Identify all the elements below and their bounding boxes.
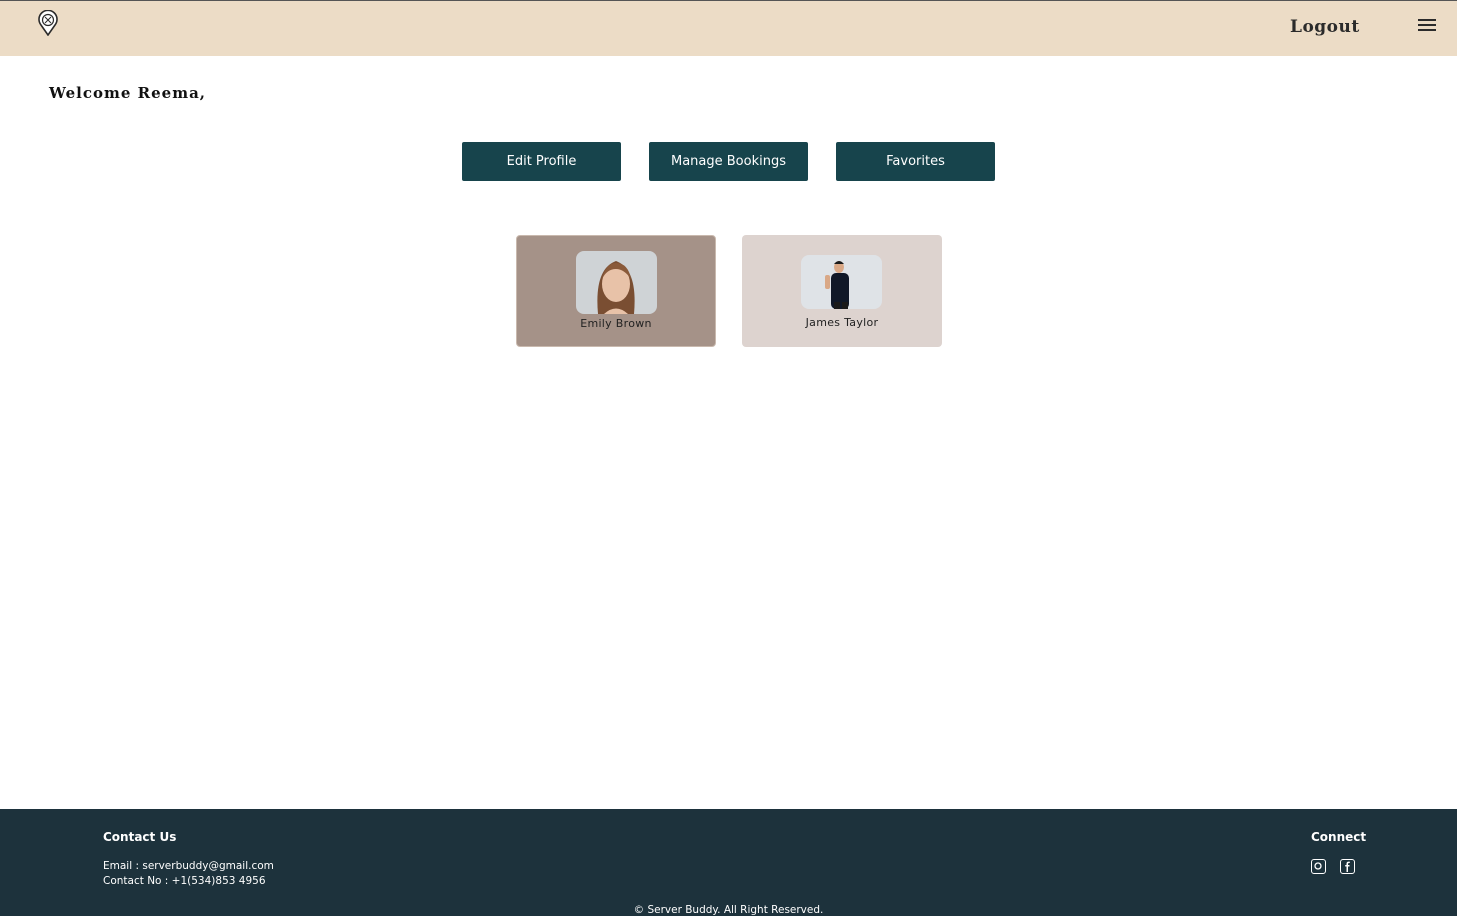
server-name: Emily Brown bbox=[580, 317, 652, 330]
logout-link[interactable]: Logout bbox=[1290, 17, 1360, 37]
map-pin-logo-icon[interactable] bbox=[37, 10, 59, 36]
copyright-text: © Server Buddy. All Right Reserved. bbox=[633, 904, 824, 916]
contact-us-heading: Contact Us bbox=[103, 830, 177, 844]
manage-bookings-button[interactable]: Manage Bookings bbox=[649, 142, 808, 181]
contact-phone: Contact No : +1(534)853 4956 bbox=[103, 875, 266, 887]
server-card[interactable]: Emily Brown bbox=[516, 235, 716, 347]
favorites-button[interactable]: Favorites bbox=[836, 142, 995, 181]
instagram-icon[interactable] bbox=[1311, 859, 1326, 874]
server-avatar bbox=[576, 251, 657, 314]
footer: Contact Us Email : serverbuddy@gmail.com… bbox=[0, 809, 1457, 916]
facebook-icon[interactable] bbox=[1340, 859, 1355, 874]
welcome-heading: Welcome Reema, bbox=[49, 84, 207, 102]
hamburger-menu-icon[interactable] bbox=[1418, 19, 1436, 33]
edit-profile-button[interactable]: Edit Profile bbox=[462, 142, 621, 181]
top-navbar: Logout bbox=[0, 0, 1457, 56]
contact-email: Email : serverbuddy@gmail.com bbox=[103, 860, 274, 872]
connect-heading: Connect bbox=[1311, 830, 1367, 844]
server-avatar bbox=[801, 255, 882, 309]
server-card[interactable]: James Taylor bbox=[742, 235, 942, 347]
server-name: James Taylor bbox=[805, 316, 879, 329]
